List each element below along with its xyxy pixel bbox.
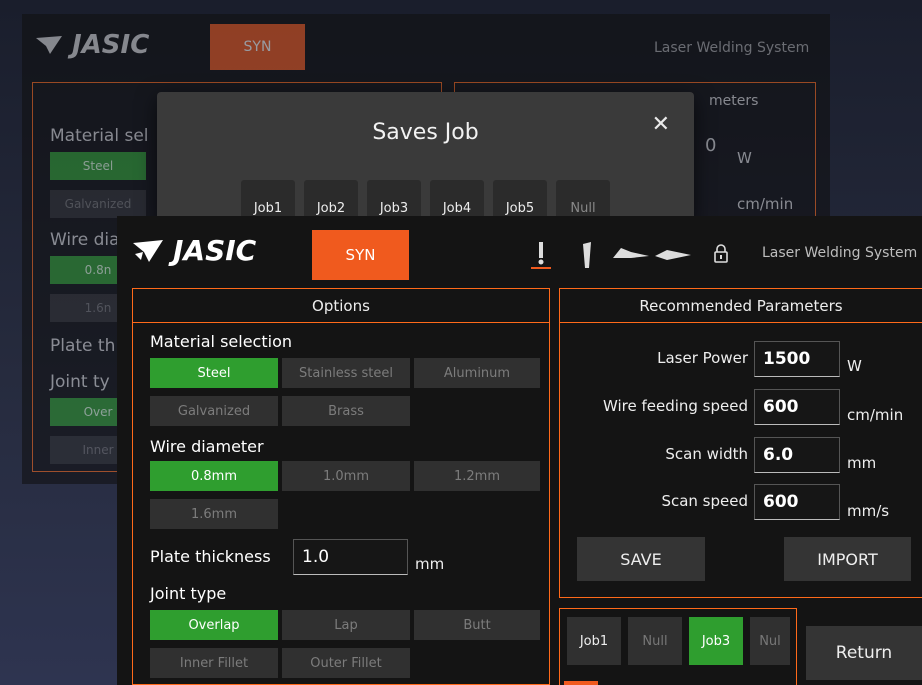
parameters-title: Recommended Parameters	[560, 289, 922, 323]
wire-feeder-icon[interactable]	[653, 246, 693, 262]
lock-icon[interactable]	[713, 244, 729, 264]
import-button[interactable]: IMPORT	[784, 537, 911, 581]
wire-0-8mm-button[interactable]: 0.8mm	[150, 461, 278, 491]
joint-overlap-button[interactable]: Overlap	[150, 610, 278, 640]
scan-speed-label: Scan speed	[661, 492, 748, 510]
scan-speed-input[interactable]: 600	[754, 484, 840, 520]
brand-text: JASIC	[173, 234, 257, 267]
plate-thickness-input[interactable]: 1.0	[293, 539, 408, 575]
background-material-label: Material sel	[50, 126, 149, 146]
return-button[interactable]: Return	[806, 626, 922, 680]
job-tab-3[interactable]: Job3	[689, 617, 743, 665]
saves-job-dialog: Saves Job ✕ Job1 Job2 Job3 Job4 Job5 Nul…	[157, 92, 694, 222]
scan-width-unit: mm	[847, 454, 877, 472]
material-stainless-steel-button[interactable]: Stainless steel	[282, 358, 410, 388]
close-icon[interactable]: ✕	[652, 112, 670, 137]
save-button[interactable]: SAVE	[577, 537, 705, 581]
system-title: Laser Welding System	[762, 245, 918, 261]
job-strip-scrollbar[interactable]	[564, 681, 598, 685]
job-tab-4[interactable]: Nul	[750, 617, 790, 665]
wire-feeding-speed-unit: cm/min	[847, 406, 904, 424]
wire-diameter-label: Wire diameter	[150, 437, 264, 456]
material-galvanized-button[interactable]: Galvanized	[150, 396, 278, 426]
scan-speed-unit: mm/s	[847, 502, 890, 520]
joint-type-label: Joint type	[150, 584, 227, 603]
material-selection-label: Material selection	[150, 332, 292, 351]
options-title: Options	[133, 289, 549, 323]
background-steel-button: Steel	[50, 152, 146, 180]
jasic-logo: JASIC	[131, 234, 256, 267]
background-joint-label: Joint ty	[50, 372, 110, 392]
plate-thickness-label: Plate thickness	[150, 547, 271, 566]
job-strip: Job1 Null Job3 Nul	[559, 608, 797, 685]
background-galvanized-button: Galvanized	[50, 190, 146, 218]
background-syn-button: SYN	[210, 24, 305, 70]
laser-power-input[interactable]: 1500	[754, 341, 840, 377]
joint-outer-fillet-button[interactable]: Outer Fillet	[282, 648, 410, 678]
background-plate-label: Plate th	[50, 336, 116, 356]
material-steel-button[interactable]: Steel	[150, 358, 278, 388]
torch-icon[interactable]	[529, 240, 553, 270]
main-window: JASIC SYN Laser Welding System Options M…	[117, 216, 922, 685]
material-brass-button[interactable]: Brass	[282, 396, 410, 426]
background-system-title: Laser Welding System	[654, 40, 810, 56]
laser-gun-icon[interactable]	[611, 244, 651, 264]
nozzle-icon[interactable]	[579, 240, 595, 270]
recommended-parameters-panel: Recommended Parameters Laser Power 1500 …	[559, 288, 922, 598]
background-power-value: 0	[705, 135, 717, 156]
background-params-title: meters	[709, 93, 759, 109]
laser-power-label: Laser Power	[657, 349, 748, 367]
dialog-title: Saves Job	[372, 120, 479, 145]
job-tab-2[interactable]: Null	[628, 617, 682, 665]
background-wire-label: Wire dia	[50, 230, 120, 250]
scan-width-input[interactable]: 6.0	[754, 437, 840, 473]
joint-inner-fillet-button[interactable]: Inner Fillet	[150, 648, 278, 678]
wire-feeding-speed-input[interactable]: 600	[754, 389, 840, 425]
material-aluminum-button[interactable]: Aluminum	[414, 358, 540, 388]
job-tab-1[interactable]: Job1	[567, 617, 621, 665]
syn-mode-button[interactable]: SYN	[312, 230, 409, 280]
background-unit-w: W	[737, 149, 752, 167]
joint-butt-button[interactable]: Butt	[414, 610, 540, 640]
joint-lap-button[interactable]: Lap	[282, 610, 410, 640]
wire-feeding-speed-label: Wire feeding speed	[602, 397, 748, 415]
laser-power-unit: W	[847, 357, 862, 375]
logo-mark-icon	[133, 239, 163, 262]
wire-1-0mm-button[interactable]: 1.0mm	[282, 461, 410, 491]
wire-1-2mm-button[interactable]: 1.2mm	[414, 461, 540, 491]
options-panel: Options Material selection Steel Stainle…	[132, 288, 550, 685]
logo-mark-icon	[36, 36, 62, 54]
background-unit-cm: cm/min	[737, 195, 794, 213]
plate-thickness-unit: mm	[415, 555, 445, 573]
background-logo: JASIC	[34, 30, 149, 60]
wire-1-6mm-button[interactable]: 1.6mm	[150, 499, 278, 529]
scan-width-label: Scan width	[665, 445, 748, 463]
